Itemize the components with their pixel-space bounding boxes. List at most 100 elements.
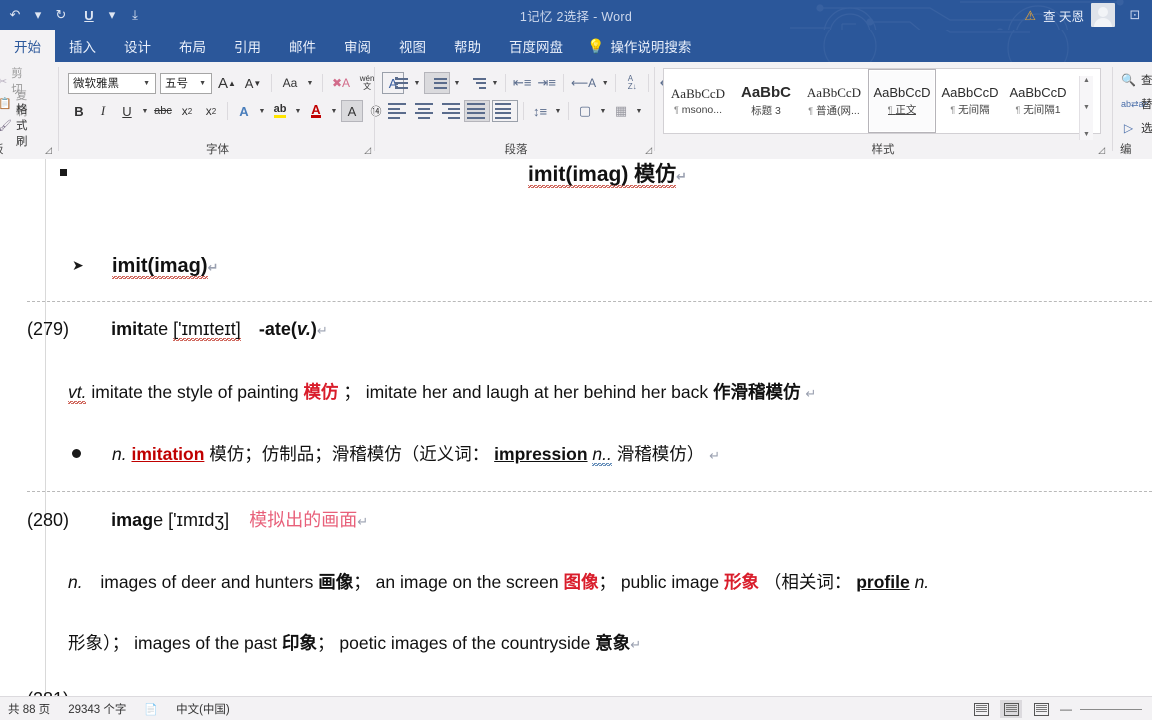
- style-item-5[interactable]: AaBbCcD ¶ 无间隔1: [1004, 69, 1072, 133]
- align-justify-icon[interactable]: [464, 100, 490, 122]
- line-spacing-chevron-icon[interactable]: ▼: [553, 108, 563, 115]
- align-left-icon[interactable]: [386, 100, 410, 122]
- italic-button[interactable]: I: [92, 100, 114, 122]
- ribbon-display-options-icon[interactable]: ⊡: [1122, 2, 1148, 28]
- web-layout-icon[interactable]: [1030, 700, 1052, 718]
- account-name[interactable]: 查 天恩: [1043, 6, 1084, 25]
- underline-button[interactable]: U: [116, 100, 138, 122]
- style-item-2[interactable]: AaBbCcD ¶ 普通(网...: [800, 69, 868, 133]
- asian-layout-icon[interactable]: ⟵A: [569, 72, 598, 94]
- gallery-up-icon[interactable]: ▲: [1083, 77, 1090, 85]
- line-n-a[interactable]: n. images of deer and hunters 画像； an ima…: [68, 571, 929, 595]
- tab-review[interactable]: 审阅: [330, 30, 385, 62]
- align-center-icon[interactable]: [412, 100, 436, 122]
- decrease-indent-icon[interactable]: ⇤≡: [511, 72, 533, 94]
- underline-dropdown-icon[interactable]: ▾: [104, 3, 120, 27]
- sort-icon[interactable]: A Z↓: [621, 72, 643, 94]
- numbering-icon[interactable]: [424, 72, 450, 94]
- quick-access-toolbar[interactable]: ↶ ▾ ↻ U ▾ ⤓: [0, 0, 148, 30]
- tab-baidu-netdisk[interactable]: 百度网盘: [495, 30, 577, 62]
- ribbon-tabs[interactable]: 开始 插入 设计 布局 引用 邮件 审阅 视图 帮助 百度网盘 💡 操作说明搜索: [0, 30, 1152, 62]
- align-right-icon[interactable]: [438, 100, 462, 122]
- strikethrough-button[interactable]: abc: [152, 100, 174, 122]
- change-case-chevron-icon[interactable]: ▼: [305, 80, 315, 87]
- entry-280[interactable]: (280) image ['ɪmɪdʒ] 模拟出的画面↵: [27, 508, 368, 532]
- underline-quick-icon[interactable]: U: [76, 3, 102, 27]
- customize-qat-icon[interactable]: ⤓: [122, 3, 148, 27]
- tab-view[interactable]: 视图: [385, 30, 440, 62]
- tab-layout[interactable]: 布局: [165, 30, 220, 62]
- shading-chevron-icon[interactable]: ▼: [598, 108, 608, 115]
- tab-insert[interactable]: 插入: [55, 30, 110, 62]
- format-painter-button[interactable]: 🖌 格式刷: [0, 104, 28, 148]
- line-spacing-icon[interactable]: ↕≡: [529, 100, 551, 122]
- line-vt[interactable]: vt. imitate the style of painting 模仿 ； i…: [68, 381, 816, 406]
- replace-button[interactable]: ab⇄ac 替: [1118, 92, 1152, 116]
- superscript-button[interactable]: x2: [200, 100, 222, 122]
- font-size-combo[interactable]: 五号 ▼: [160, 72, 212, 94]
- shrink-font-button[interactable]: A ▼: [242, 72, 264, 94]
- tab-design[interactable]: 设计: [110, 30, 165, 62]
- proofing-icon[interactable]: 📄: [144, 703, 158, 716]
- tell-me-search[interactable]: 💡 操作说明搜索: [577, 30, 691, 62]
- multilevel-chevron-icon[interactable]: ▼: [490, 80, 500, 87]
- gallery-down-icon[interactable]: ▼: [1083, 104, 1090, 112]
- document-canvas[interactable]: imit(imag) 模仿↵ ➤ imit(imag)↵ (279) imita…: [0, 159, 1152, 696]
- character-shading-icon[interactable]: A: [341, 100, 363, 122]
- line-imitation[interactable]: n. imitation 模仿；仿制品；滑稽模仿（近义词： impression…: [112, 443, 720, 467]
- font-name-combo[interactable]: 微软雅黑 ▼: [68, 72, 156, 94]
- bullets-chevron-icon[interactable]: ▼: [412, 80, 422, 87]
- underline-chevron-icon[interactable]: ▼: [140, 108, 150, 115]
- style-item-1[interactable]: AaBbC 标题 3: [732, 69, 800, 133]
- gallery-more-icon[interactable]: ▼: [1083, 131, 1090, 139]
- highlight-chevron-icon[interactable]: ▼: [293, 108, 303, 115]
- borders-icon[interactable]: ▦: [610, 100, 632, 122]
- line-n-b[interactable]: 形象）； images of the past 印象； poetic image…: [68, 632, 641, 656]
- tab-home[interactable]: 开始: [0, 30, 55, 62]
- undo-dropdown-icon[interactable]: ▾: [30, 3, 46, 27]
- change-case-button[interactable]: Aa: [279, 72, 301, 94]
- styles-dialog-launcher[interactable]: ◿: [1098, 145, 1105, 156]
- borders-chevron-icon[interactable]: ▼: [634, 108, 644, 115]
- find-button[interactable]: 🔍 查: [1118, 68, 1152, 92]
- grow-font-button[interactable]: A ▲: [216, 72, 238, 94]
- style-item-4[interactable]: AaBbCcD ¶ 无间隔: [936, 69, 1004, 133]
- warning-icon[interactable]: ⚠: [1024, 9, 1036, 22]
- paragraph-dialog-launcher[interactable]: ◿: [645, 145, 652, 156]
- distribute-icon[interactable]: [492, 100, 518, 122]
- zoom-slider[interactable]: [1080, 708, 1142, 710]
- clear-formatting-icon[interactable]: ✖A: [330, 72, 352, 94]
- redo-icon[interactable]: ↻: [48, 3, 74, 27]
- subscript-button[interactable]: x2: [176, 100, 198, 122]
- text-effects-icon[interactable]: A: [233, 100, 255, 122]
- style-item-0[interactable]: AaBbCcD ¶ msono...: [664, 69, 732, 133]
- font-color-chevron-icon[interactable]: ▼: [329, 108, 339, 115]
- entry-281-clipped[interactable]: (281) ……………: [27, 687, 164, 696]
- avatar[interactable]: [1091, 3, 1115, 27]
- shading-icon[interactable]: ▢: [574, 100, 596, 122]
- read-mode-icon[interactable]: [970, 700, 992, 718]
- tab-references[interactable]: 引用: [220, 30, 275, 62]
- chevron-down-icon[interactable]: ▼: [140, 80, 153, 87]
- multilevel-list-icon[interactable]: [464, 72, 488, 94]
- doc-heading[interactable]: imit(imag) 模仿↵: [528, 161, 687, 190]
- asian-layout-chevron-icon[interactable]: ▼: [600, 80, 610, 87]
- language-indicator[interactable]: 中文(中国): [176, 701, 230, 717]
- numbering-chevron-icon[interactable]: ▼: [452, 80, 462, 87]
- font-color-icon[interactable]: A: [305, 100, 327, 122]
- clipboard-dialog-launcher[interactable]: ◿: [45, 145, 52, 156]
- chevron-down-icon-2[interactable]: ▼: [196, 80, 209, 87]
- styles-gallery[interactable]: AaBbCcD ¶ msono... AaBbC 标题 3 AaBbCcD ¶ …: [663, 68, 1101, 140]
- text-effects-chevron-icon[interactable]: ▼: [257, 108, 267, 115]
- bullets-icon[interactable]: [386, 72, 410, 94]
- styles-gallery-scroll[interactable]: ▲ ▼ ▼: [1079, 76, 1093, 140]
- print-layout-icon[interactable]: [1000, 700, 1022, 718]
- text-highlight-icon[interactable]: ab: [269, 100, 291, 122]
- undo-icon[interactable]: ↶: [2, 3, 28, 27]
- select-button[interactable]: ▷ 选: [1118, 116, 1152, 140]
- increase-indent-icon[interactable]: ⇥≡: [535, 72, 557, 94]
- page-count[interactable]: 共 88 页: [8, 701, 50, 717]
- word-count[interactable]: 29343 个字: [68, 701, 126, 717]
- bold-button[interactable]: B: [68, 100, 90, 122]
- tab-help[interactable]: 帮助: [440, 30, 495, 62]
